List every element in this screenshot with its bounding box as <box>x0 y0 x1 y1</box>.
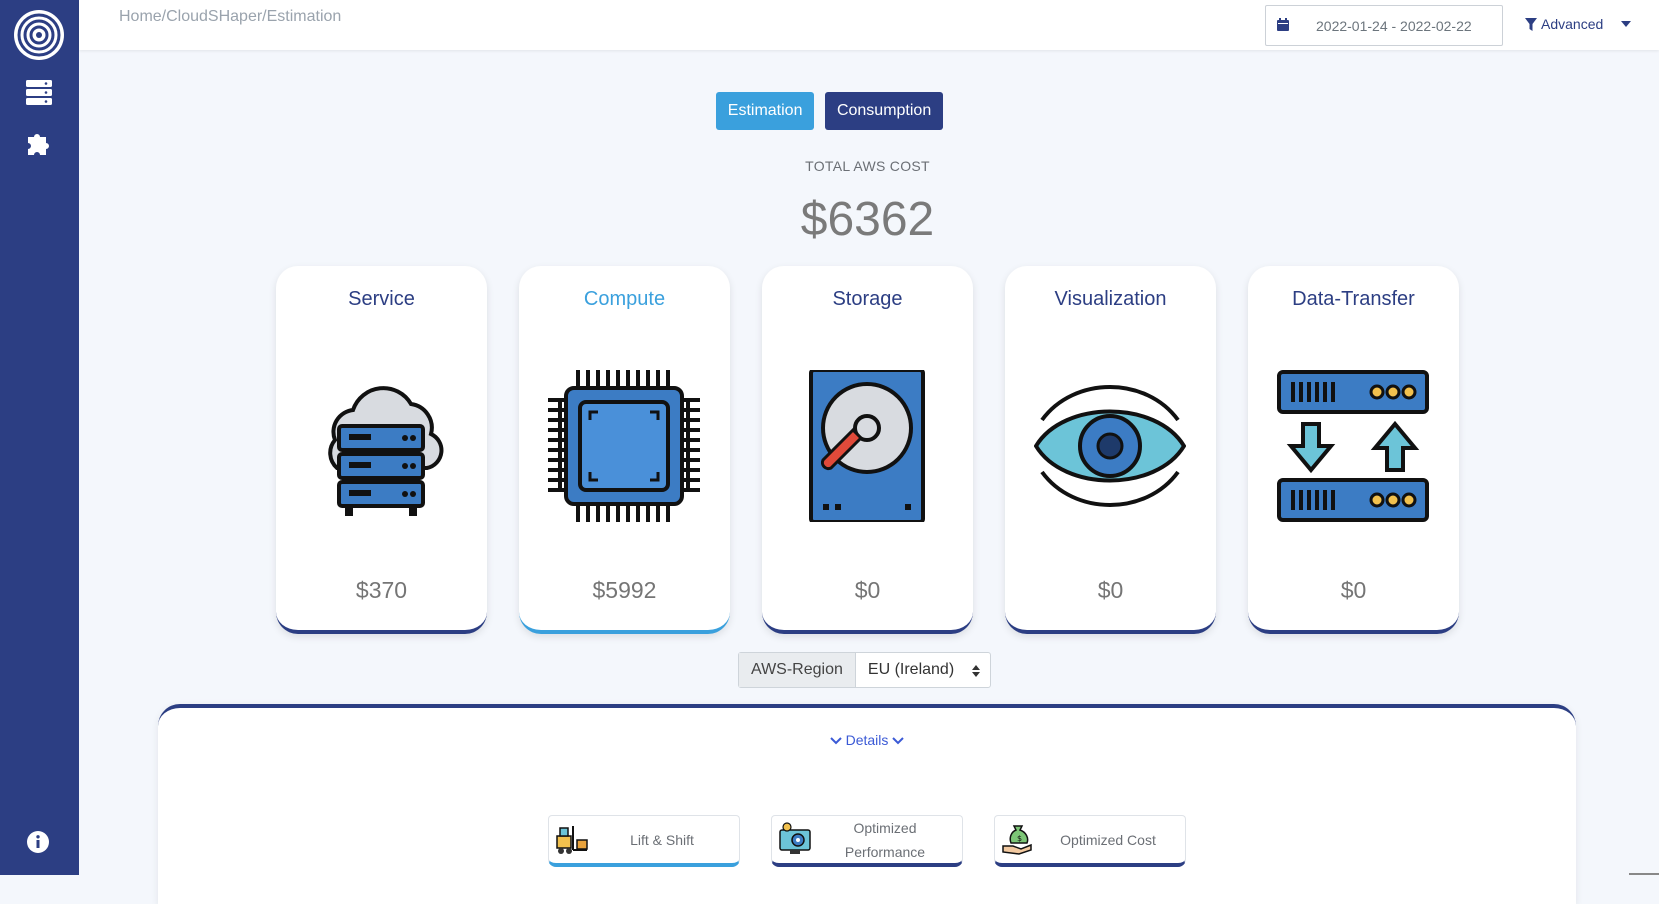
chevron-down-icon <box>1621 21 1632 27</box>
chevron-down-icon <box>892 737 904 745</box>
card-value: $370 <box>355 577 408 603</box>
total-cost-label: TOTAL AWS COST <box>805 158 930 174</box>
cloud-server-icon <box>328 386 444 516</box>
svg-text:$: $ <box>1017 834 1022 843</box>
option-optimized-cost[interactable]: $ Optimized Cost <box>994 815 1186 867</box>
breadcrumb[interactable]: Home/CloudSHaper/Estimation <box>119 8 341 26</box>
card-compute[interactable]: Compute $5992 <box>519 266 730 634</box>
card-title: Service <box>348 288 415 310</box>
card-value: $5992 <box>592 577 657 603</box>
filter-icon <box>1525 17 1537 31</box>
tab-estimation[interactable]: Estimation <box>715 92 815 130</box>
card-title: Visualization <box>1054 288 1167 310</box>
aws-region-value: EU (Ireland) <box>867 661 955 678</box>
card-title: Compute <box>583 288 666 310</box>
data-transfer-icon <box>1277 370 1429 522</box>
advanced-label: Advanced <box>1541 16 1604 32</box>
date-range-picker[interactable]: 2022-01-24 - 2022-02-22 <box>1265 5 1503 46</box>
money-bag-hand-icon: $ <box>1002 825 1032 855</box>
advanced-filter-button[interactable]: Advanced <box>1525 16 1632 32</box>
tab-consumption[interactable]: Consumption <box>824 92 944 130</box>
calendar-icon <box>1277 18 1289 31</box>
chevron-down-icon <box>829 737 842 745</box>
total-cost-value: $6362 <box>800 193 935 246</box>
cpu-chip-icon <box>548 370 700 522</box>
card-value: $0 <box>1097 577 1124 603</box>
monitor-gear-icon <box>779 822 811 854</box>
date-range-text: 2022-01-24 - 2022-02-22 <box>1316 18 1472 34</box>
card-value: $0 <box>1340 577 1367 603</box>
details-label: Details <box>845 732 889 748</box>
aws-region-select[interactable]: EU (Ireland) <box>856 653 990 687</box>
card-title: Data-Transfer <box>1292 288 1415 310</box>
aws-region-label: AWS-Region <box>739 653 856 687</box>
puzzle-icon[interactable] <box>24 127 54 157</box>
forklift-icon <box>556 826 588 854</box>
option-label: Lift & Shift <box>630 832 694 848</box>
sidebar <box>0 0 79 875</box>
option-lift-and-shift[interactable]: Lift & Shift <box>548 815 740 867</box>
aws-region-group: AWS-Region EU (Ireland) <box>738 652 991 688</box>
select-arrows-icon <box>971 665 980 677</box>
card-visualization[interactable]: Visualization $0 <box>1005 266 1216 634</box>
card-title: Storage <box>832 288 903 310</box>
hard-drive-icon <box>809 370 925 522</box>
app-logo[interactable] <box>13 9 65 61</box>
details-panel: Details Lift & Shift Optimized Performan… <box>158 704 1576 904</box>
card-data-transfer[interactable]: Data-Transfer $0 <box>1248 266 1459 634</box>
mode-tabs: Estimation Consumption <box>0 92 1659 130</box>
info-icon[interactable] <box>26 830 50 854</box>
topbar: Home/CloudSHaper/Estimation 2022-01-24 -… <box>79 0 1659 50</box>
option-label: Optimized Cost <box>1060 832 1156 848</box>
card-storage[interactable]: Storage $0 <box>762 266 973 634</box>
eye-icon <box>1034 385 1186 507</box>
option-optimized-performance[interactable]: Optimized Performance <box>771 815 963 867</box>
card-value: $0 <box>854 577 881 603</box>
card-service[interactable]: Service $370 <box>276 266 487 634</box>
details-toggle[interactable]: Details <box>158 732 1576 748</box>
option-label: Optimized Performance <box>844 820 926 860</box>
